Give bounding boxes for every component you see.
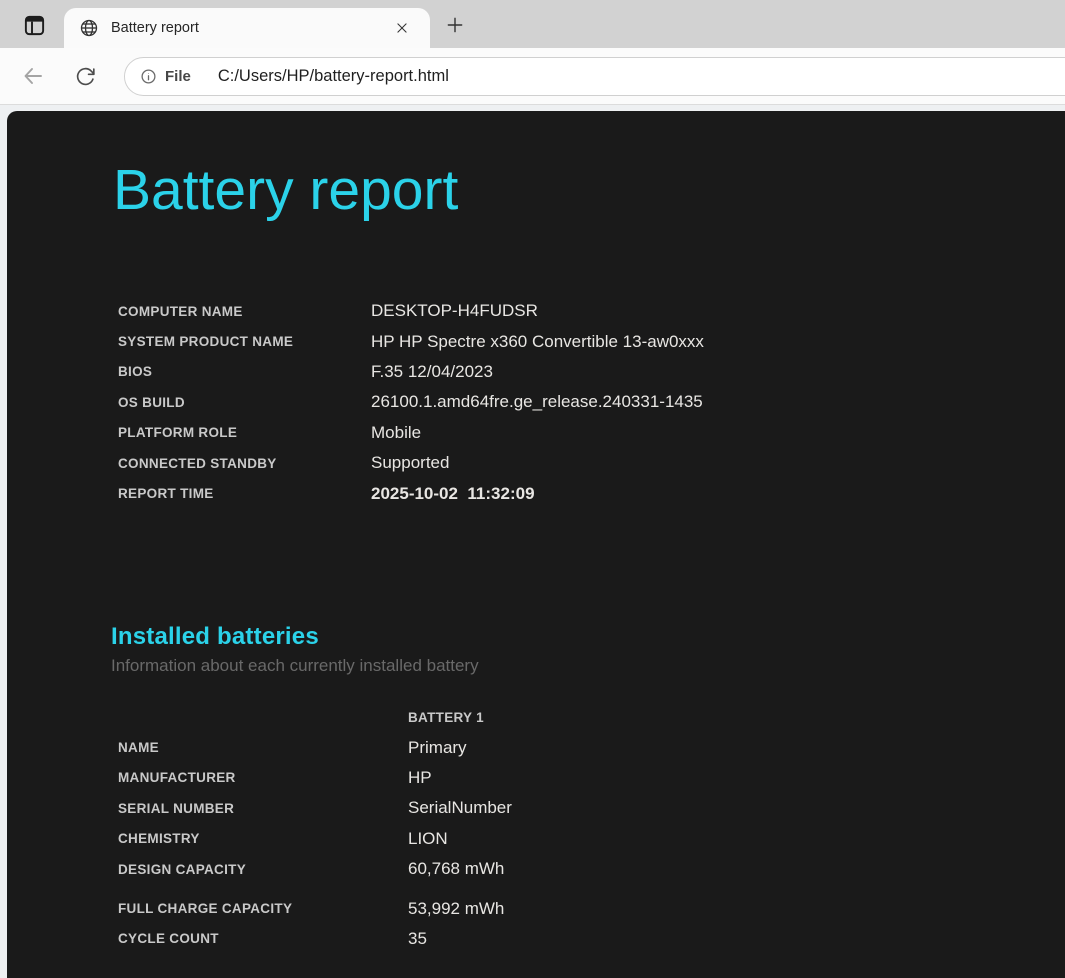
battery-column-header: BATTERY 1 — [408, 709, 484, 725]
section-subtitle: Information about each currently install… — [111, 656, 479, 675]
url-scheme-label: File — [165, 67, 191, 85]
row-value: 60,768 mWh — [408, 859, 505, 879]
address-bar[interactable]: File C:/Users/HP/battery-report.html — [124, 56, 1065, 96]
info-icon — [140, 68, 157, 85]
row-label: NAME — [118, 740, 159, 756]
tab-actions-menu-button[interactable] — [14, 9, 54, 41]
row-value: SerialNumber — [408, 798, 512, 818]
url-text: C:/Users/HP/battery-report.html — [217, 66, 449, 85]
row-label: SYSTEM PRODUCT NAME — [118, 334, 294, 350]
row-label: SERIAL NUMBER — [118, 800, 235, 816]
browser-toolbar: File C:/Users/HP/battery-report.html — [0, 48, 1065, 105]
refresh-button[interactable] — [68, 59, 102, 93]
tab-actions-icon — [23, 14, 46, 37]
row-value: 35 — [408, 928, 427, 948]
globe-icon — [79, 18, 99, 38]
row-value: Supported — [371, 453, 450, 473]
row-value: F.35 12/04/2023 — [371, 361, 493, 381]
row-value: 53,992 mWh — [408, 898, 505, 918]
row-label: CHEMISTRY — [118, 831, 200, 847]
browser-tab[interactable]: Battery report — [64, 8, 430, 48]
row-value: DESKTOP-H4FUDSR — [371, 301, 538, 321]
row-value: Primary — [408, 737, 467, 757]
row-label: OS BUILD — [118, 394, 185, 410]
system-info-table: COMPUTER NAME DESKTOP-H4FUDSR SYSTEM PRO… — [118, 296, 704, 509]
new-tab-button[interactable] — [440, 11, 470, 39]
refresh-icon — [75, 66, 96, 87]
row-label: MANUFACTURER — [118, 770, 236, 786]
row-value: 2025-10-02 11:32:09 — [371, 483, 535, 503]
tab-close-button[interactable] — [389, 15, 415, 41]
tab-strip: Battery report — [0, 0, 1065, 48]
row-value: HP — [408, 767, 432, 787]
installed-batteries-section: Installed batteries Information about ea… — [111, 623, 512, 954]
row-value: LION — [408, 828, 448, 848]
row-value: Mobile — [371, 422, 422, 442]
back-button[interactable] — [16, 59, 50, 93]
row-value: 26100.1.amd64fre.ge_release.240331-1435 — [371, 392, 703, 412]
page-frame: Battery report COMPUTER NAME DESKTOP-H4F… — [0, 105, 1065, 978]
row-label: COMPUTER NAME — [118, 303, 243, 319]
back-arrow-icon — [21, 64, 45, 88]
battery-table: BATTERY 1 NAME Primary MANUFACTURER HP S… — [118, 702, 512, 884]
section-heading: Installed batteries — [111, 623, 319, 650]
tab-title: Battery report — [111, 20, 199, 36]
row-label: CONNECTED STANDBY — [118, 455, 277, 471]
battery-table-secondary: FULL CHARGE CAPACITY 53,992 mWh CYCLE CO… — [118, 893, 512, 954]
row-label: CYCLE COUNT — [118, 931, 219, 947]
row-label: FULL CHARGE CAPACITY — [118, 901, 293, 917]
battery-report-page: Battery report COMPUTER NAME DESKTOP-H4F… — [7, 111, 1065, 978]
page-title: Battery report — [113, 158, 459, 222]
row-label: REPORT TIME — [118, 486, 214, 502]
plus-icon — [445, 15, 465, 35]
row-label: BIOS — [118, 364, 153, 380]
row-label: DESIGN CAPACITY — [118, 861, 247, 877]
row-label: PLATFORM ROLE — [118, 425, 238, 441]
row-value: HP HP Spectre x360 Convertible 13-aw0xxx — [371, 331, 704, 351]
